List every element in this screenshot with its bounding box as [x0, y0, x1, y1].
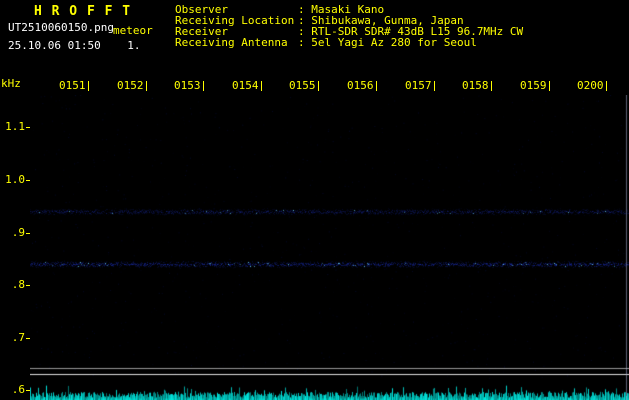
x-axis-label: 0153 [174, 79, 201, 92]
x-axis-label: 0158 [462, 79, 489, 92]
x-axis-label: 0155 [289, 79, 316, 92]
observation-info: Observer: Masaki Kano Receiving Location:… [175, 4, 523, 48]
hrofft-screen: H R O F F T UT2510060150.png meteor 25.1… [0, 0, 629, 400]
info-colon: : [298, 36, 312, 49]
x-axis-tickmark [146, 81, 147, 91]
spectrogram-canvas [30, 95, 629, 400]
x-axis-tickmark [318, 81, 319, 91]
x-axis-tickmark [606, 81, 607, 91]
y-axis-label: 1.0 [5, 173, 25, 186]
x-axis-tickmark [491, 81, 492, 91]
y-axis-label: .9 [11, 226, 25, 239]
output-filename: UT2510060150.png [8, 21, 114, 34]
y-axis-label: 1.1 [5, 120, 25, 133]
app-title: H R O F F T [34, 4, 132, 19]
x-axis-label: 0152 [117, 79, 144, 92]
x-axis-tickmark [549, 81, 550, 91]
mode-label: meteor [113, 24, 153, 37]
x-axis-label: 0157 [405, 79, 432, 92]
x-axis-tickmark [434, 81, 435, 91]
x-axis-tickmark [261, 81, 262, 91]
y-axis-unit-label: kHz [1, 77, 21, 90]
y-axis-label: .6 [11, 383, 25, 396]
x-axis-tickmark [376, 81, 377, 91]
info-label: Receiving Antenna [175, 36, 288, 49]
datetime-count: 25.10.06 01:50 1. [8, 39, 141, 52]
x-axis-label: 0151 [59, 79, 86, 92]
x-axis-label: 0156 [347, 79, 374, 92]
y-axis-label: .7 [11, 331, 25, 344]
x-axis-tickmark [203, 81, 204, 91]
x-axis-label: 0200 [577, 79, 604, 92]
y-axis-label: .8 [11, 278, 25, 291]
x-axis-label: 0154 [232, 79, 259, 92]
x-axis-label: 0159 [520, 79, 547, 92]
info-row: Receiving Antenna: 5el Yagi Az 280 for S… [175, 37, 523, 48]
x-axis-tickmark [88, 81, 89, 91]
info-value: 5el Yagi Az 280 for Seoul [311, 36, 477, 49]
